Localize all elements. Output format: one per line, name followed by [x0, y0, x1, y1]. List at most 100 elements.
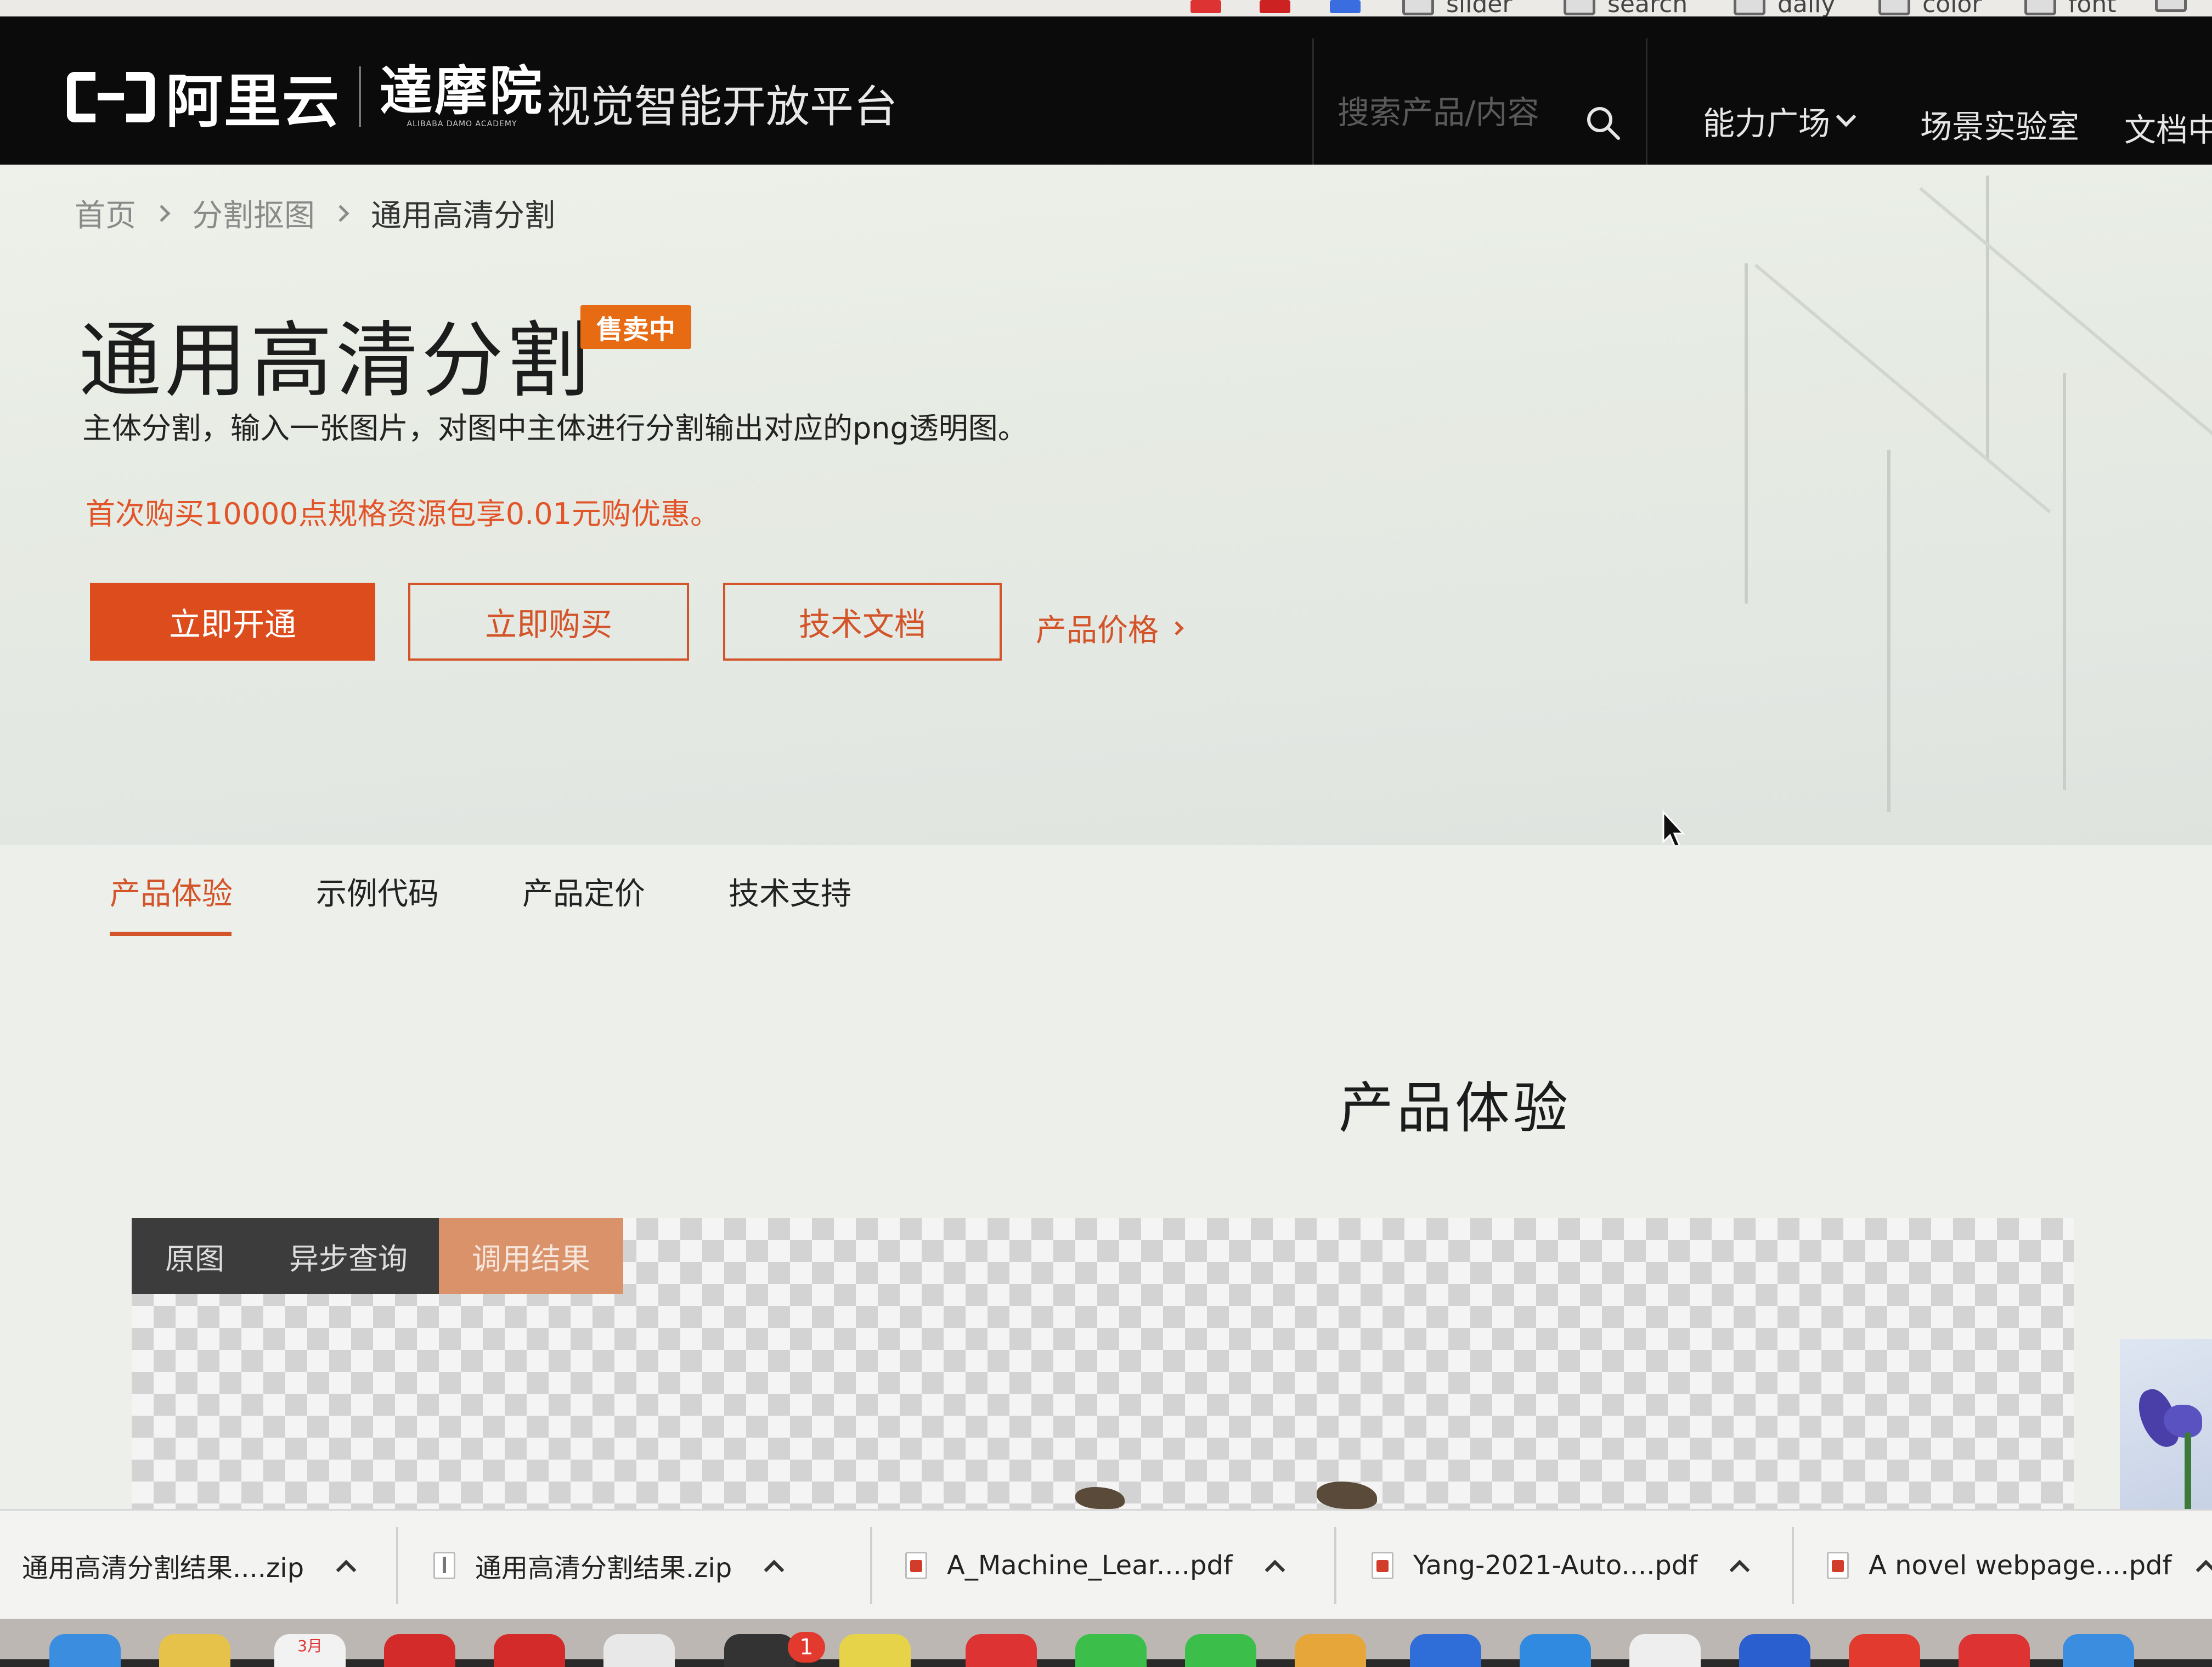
calendar-icon[interactable]: 3月 [274, 1634, 346, 1667]
app-icon[interactable] [1849, 1634, 1920, 1667]
preview-tab-result[interactable]: 调用结果 [439, 1218, 623, 1294]
bookmark-font[interactable]: font [2024, 0, 2117, 18]
logo-text: 阿里云 [166, 68, 341, 135]
nav-docs[interactable]: 文档中 [2124, 104, 2212, 150]
bookmark-icon-shield[interactable] [1330, 0, 1361, 13]
folder-icon [1734, 0, 1765, 15]
download-filename: 通用高清分割结果....zip [22, 1553, 304, 1584]
chevron-up-icon[interactable] [764, 1559, 785, 1580]
chevron-right-icon [1170, 621, 1184, 635]
tab-tech-support[interactable]: 技术支持 [729, 869, 851, 914]
product-description: 主体分割，输入一张图片，对图中主体进行分割输出对应的png透明图。 [82, 411, 1028, 446]
chevron-up-icon[interactable] [2196, 1559, 2212, 1580]
product-tabs: 产品体验 示例代码 产品定价 技术支持 [0, 845, 2212, 949]
nav-ability-square[interactable]: 能力广场 [1703, 98, 1857, 144]
app-icon[interactable] [724, 1634, 795, 1667]
download-filename: A_Machine_Lear....pdf [947, 1550, 1233, 1581]
bookmark-daily[interactable]: daily [1734, 0, 1835, 18]
site-header: 阿里云 達摩院 ALIBABA DAMO ACADEMY 视觉智能开放平台 搜索… [0, 16, 2212, 176]
site-logo[interactable]: 阿里云 達摩院 ALIBABA DAMO ACADEMY [67, 55, 544, 138]
bookmark-icon-red[interactable] [1190, 0, 1221, 13]
mouse-cursor-icon [1662, 810, 1685, 845]
folder-icon [1402, 0, 1434, 15]
chevron-up-icon[interactable] [1729, 1559, 1750, 1580]
sample-thumbnail-iris[interactable] [2120, 1339, 2212, 1509]
download-item[interactable]: Yang-2021-Auto....pdf [1372, 1511, 1750, 1620]
tech-docs-button[interactable]: 技术文档 [723, 583, 1002, 661]
tab-pricing[interactable]: 产品定价 [522, 869, 645, 914]
notes-icon[interactable] [839, 1634, 911, 1667]
app-icon[interactable] [1410, 1634, 1481, 1667]
app-icon[interactable] [2063, 1634, 2134, 1667]
macos-dock: 3月 [0, 1619, 2212, 1667]
folder-icon [2155, 0, 2187, 12]
download-item[interactable]: A_Machine_Lear....pdf [905, 1511, 1285, 1620]
search-icon[interactable] [1585, 105, 1621, 140]
app-icon[interactable] [603, 1634, 675, 1667]
app-icon[interactable] [494, 1634, 565, 1667]
chevron-right-icon [332, 204, 349, 222]
folder-icon [2024, 0, 2056, 15]
app-icon[interactable] [1739, 1634, 1810, 1667]
product-hero: 首页 分割抠图 通用高清分割 通用高清分割 售卖中 主体分割，输入一张图片，对图… [0, 165, 2212, 845]
bookmark-color[interactable]: color [1878, 0, 1982, 18]
breadcrumb-category[interactable]: 分割抠图 [192, 191, 315, 235]
main-content: 产品体验 示例代码 产品定价 技术支持 产品体验 原图 异步查询 调用结果 [0, 845, 2212, 1509]
app-icon[interactable] [966, 1634, 1037, 1667]
downloads-bar: 通用高清分割结果....zip 通用高清分割结果.zip A_Machine_L… [0, 1509, 2212, 1619]
app-icon[interactable] [384, 1634, 455, 1667]
search-input[interactable]: 搜索产品/内容 [1338, 87, 1539, 133]
status-badge: 售卖中 [580, 305, 691, 349]
bookmark-slider[interactable]: slider [1402, 0, 1512, 18]
app-icon[interactable] [1520, 1634, 1591, 1667]
nav-scene-lab[interactable]: 场景实验室 [1920, 101, 2079, 147]
bookmark-icon-grid[interactable] [1260, 0, 1290, 13]
active-tab-indicator [110, 932, 232, 936]
pricing-link[interactable]: 产品价格 [1036, 606, 1184, 650]
download-item[interactable]: A novel webpage....pdf [1827, 1511, 2212, 1620]
buy-button[interactable]: 立即购买 [408, 583, 689, 661]
breadcrumb: 首页 分割抠图 通用高清分割 [75, 191, 555, 235]
download-filename: 通用高清分割结果.zip [475, 1553, 732, 1584]
tab-product-experience[interactable]: 产品体验 [110, 869, 233, 914]
download-item[interactable]: 通用高清分割结果....zip [22, 1511, 357, 1620]
app-icon[interactable] [1629, 1634, 1701, 1667]
aliyun-logo-icon [67, 66, 155, 127]
bookmark-search[interactable]: search [1564, 0, 1688, 18]
finder-icon[interactable] [49, 1634, 121, 1667]
app-icon[interactable] [159, 1634, 230, 1667]
download-filename: Yang-2021-Auto....pdf [1413, 1550, 1698, 1581]
pdf-file-icon [1827, 1552, 1849, 1579]
download-item[interactable]: 通用高清分割结果.zip [433, 1511, 785, 1620]
activate-button[interactable]: 立即开通 [90, 583, 375, 661]
section-title: 产品体验 [1339, 1076, 1571, 1140]
header-divider [1646, 38, 1647, 176]
breadcrumb-home[interactable]: 首页 [75, 191, 136, 235]
app-icon[interactable] [1295, 1634, 1366, 1667]
chevron-up-icon[interactable] [1265, 1559, 1285, 1580]
header-divider [1312, 38, 1314, 176]
chevron-right-icon [153, 204, 171, 222]
messages-icon[interactable] [1185, 1634, 1256, 1667]
chevron-up-icon[interactable] [336, 1559, 357, 1580]
promo-text: 首次购买10000点规格资源包享0.01元购优惠。 [86, 497, 720, 531]
pdf-file-icon [905, 1552, 927, 1579]
tab-sample-code[interactable]: 示例代码 [316, 869, 439, 914]
app-icon[interactable] [1075, 1634, 1147, 1667]
bookmark-folder[interactable] [2155, 0, 2187, 12]
download-filename: A novel webpage....pdf [1869, 1550, 2172, 1581]
page-title: 通用高清分割 [79, 313, 593, 409]
preview-tab-async-query[interactable]: 异步查询 [258, 1218, 439, 1294]
folder-icon [1564, 0, 1595, 15]
folder-icon [1878, 0, 1910, 15]
zip-file-icon [433, 1552, 455, 1579]
breadcrumb-current: 通用高清分割 [371, 198, 555, 234]
app-icon[interactable] [1959, 1634, 2030, 1667]
platform-title[interactable]: 视觉智能开放平台 [546, 71, 898, 135]
chevron-down-icon [1836, 106, 1857, 127]
preview-tabs: 原图 异步查询 调用结果 [132, 1218, 623, 1294]
pdf-file-icon [1372, 1552, 1393, 1579]
logo-divider [359, 66, 362, 127]
preview-tab-original[interactable]: 原图 [132, 1218, 258, 1294]
damo-logo: 達摩院 ALIBABA DAMO ACADEMY [380, 59, 545, 128]
